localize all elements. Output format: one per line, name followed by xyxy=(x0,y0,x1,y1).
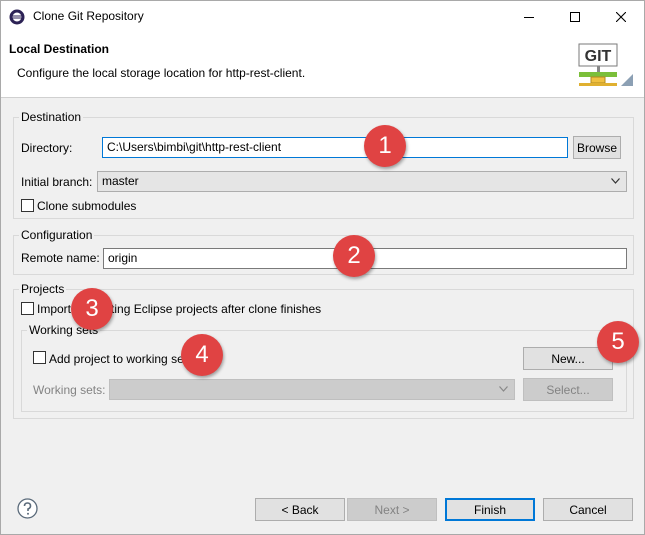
directory-input[interactable]: C:\Users\bimbi\git\http-rest-client xyxy=(102,137,568,158)
browse-button[interactable]: Browse xyxy=(573,136,621,159)
title-bar: Clone Git Repository xyxy=(1,1,644,32)
page-title: Local Destination xyxy=(9,42,110,56)
finish-button[interactable]: Finish xyxy=(445,498,535,521)
import-projects-checkbox[interactable] xyxy=(21,302,34,315)
annotation-marker-2: 2 xyxy=(333,235,375,277)
back-button[interactable]: < Back xyxy=(255,498,345,521)
working-sets-select[interactable] xyxy=(109,379,515,400)
initial-branch-value: master xyxy=(102,174,139,188)
close-button[interactable] xyxy=(598,1,644,32)
remote-name-label: Remote name: xyxy=(21,251,100,265)
minimize-button[interactable] xyxy=(506,1,552,32)
svg-text:GIT: GIT xyxy=(585,48,612,65)
maximize-icon xyxy=(570,11,580,22)
window-title: Clone Git Repository xyxy=(33,9,144,23)
add-to-working-sets-label: Add project to working sets xyxy=(49,352,194,366)
maximize-button[interactable] xyxy=(552,1,598,32)
projects-legend: Projects xyxy=(19,282,67,296)
annotation-marker-5: 5 xyxy=(597,321,639,363)
next-button[interactable]: Next > xyxy=(347,498,437,521)
annotation-marker-3: 3 xyxy=(71,288,113,330)
eclipse-app-icon xyxy=(9,9,25,25)
configuration-legend: Configuration xyxy=(19,228,95,242)
page-description: Configure the local storage location for… xyxy=(17,66,306,80)
help-icon[interactable] xyxy=(17,498,38,519)
close-icon xyxy=(616,11,626,22)
wizard-header: Local Destination Configure the local st… xyxy=(1,32,644,98)
chevron-down-icon xyxy=(611,178,620,184)
clone-submodules-label: Clone submodules xyxy=(37,199,137,213)
annotation-marker-1: 1 xyxy=(364,125,406,167)
git-logo-icon: GIT xyxy=(578,43,633,86)
annotation-marker-4: 4 xyxy=(181,334,223,376)
select-working-sets-button[interactable]: Select... xyxy=(523,378,613,401)
clone-submodules-checkbox[interactable] xyxy=(21,199,34,212)
initial-branch-select[interactable]: master xyxy=(97,171,627,192)
add-to-working-sets-checkbox[interactable] xyxy=(33,351,46,364)
working-sets-label: Working sets: xyxy=(33,383,106,397)
cancel-button[interactable]: Cancel xyxy=(543,498,633,521)
directory-label: Directory: xyxy=(21,141,73,155)
initial-branch-label: Initial branch: xyxy=(21,175,93,189)
clone-git-repository-window: Clone Git Repository Local Destination C… xyxy=(0,0,645,535)
minimize-icon xyxy=(524,16,534,18)
destination-legend: Destination xyxy=(19,110,84,124)
chevron-down-icon xyxy=(499,386,508,392)
